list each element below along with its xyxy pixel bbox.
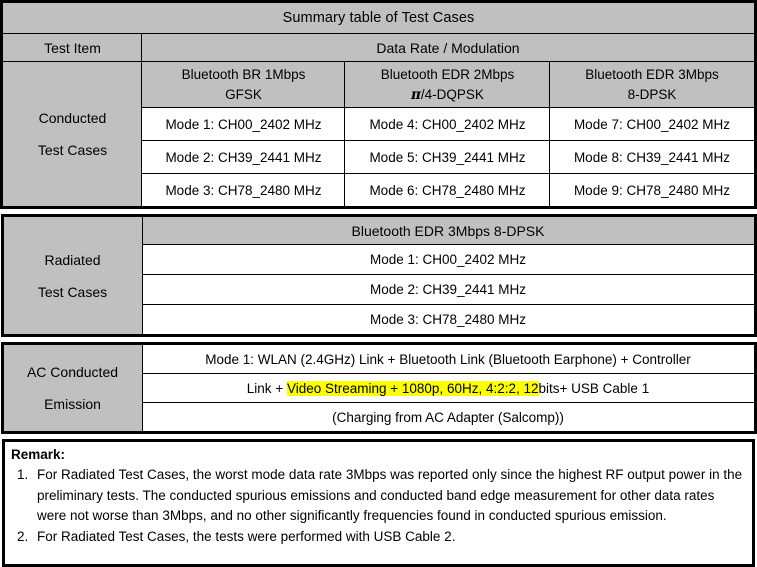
ac-mode-line-3: (Charging from AC Adapter (Salcomp)) — [141, 402, 756, 433]
mode-cell: Mode 9: CH78_2480 MHz — [549, 173, 756, 208]
ac-mode-line-2: Link + Video Streaming + 1080p, 60Hz, 4:… — [141, 373, 756, 403]
radiated-test-cases-table: Radiated Test Cases Bluetooth EDR 3Mbps … — [0, 214, 757, 337]
mode-cell: Mode 1: CH00_2402 MHz — [141, 244, 756, 275]
remark-title: Remark: — [11, 447, 66, 462]
column-header-br-1mbps-line2: GFSK — [225, 86, 262, 102]
remark-item-2-number: 2. — [17, 528, 29, 544]
mode-cell: Mode 6: CH78_2480 MHz — [344, 173, 551, 208]
document-page: Summary table of Test Cases Test Item Da… — [0, 0, 757, 567]
page-title: Summary table of Test Cases — [1, 1, 756, 34]
conducted-row-label-line1: Conducted — [38, 110, 107, 126]
remark-item-1-number: 1. — [17, 467, 29, 482]
mode-cell: Mode 3: CH78_2480 MHz — [141, 173, 346, 208]
table-title-row: Summary table of Test Cases — [1, 1, 756, 34]
column-header-edr-3mbps-line1: Bluetooth EDR 3Mbps — [585, 66, 719, 82]
column-header-row: Conducted Test Cases Bluetooth BR 1Mbps … — [1, 61, 756, 208]
radiated-row-label-line1: Radiated — [44, 251, 101, 268]
mode-cell: Mode 3: CH78_2480 MHz — [141, 304, 756, 336]
mode-cell: Mode 2: CH39_2441 MHz — [141, 140, 346, 174]
radiated-row-label: Radiated Test Cases — [1, 215, 143, 336]
conducted-row-label-line2: Test Cases — [37, 142, 108, 158]
data-rate-modulation-header: Data Rate / Modulation — [141, 33, 756, 62]
radiated-header-row: Radiated Test Cases Bluetooth EDR 3Mbps … — [1, 215, 756, 336]
mode-cell: Mode 7: CH00_2402 MHz — [549, 107, 756, 141]
mode-cell: Mode 5: CH39_2441 MHz — [344, 140, 551, 174]
conducted-row-label: Conducted Test Cases — [1, 61, 143, 208]
ac-mode-line-2-post: bits+ USB Cable 1 — [538, 380, 650, 396]
remark-item-2-text: For Radiated Test Cases, the tests were … — [37, 528, 456, 544]
column-header-br-1mbps-line1: Bluetooth BR 1Mbps — [181, 66, 306, 82]
mode-cell: Mode 8: CH39_2441 MHz — [549, 140, 756, 174]
ac-conducted-row-label-line2: Emission — [44, 396, 101, 412]
ac-conducted-row-label-line1: AC Conducted — [26, 364, 119, 380]
radiated-modulation-header: Bluetooth EDR 3Mbps 8-DPSK — [141, 215, 756, 245]
column-header-edr-2mbps-line2: /4-DQPSK — [420, 86, 484, 102]
ac-mode-line-2-highlight: Video Streaming + 1080p, 60Hz, 4:2:2, 12 — [286, 380, 539, 396]
column-header-br-1mbps: Bluetooth BR 1Mbps GFSK — [141, 61, 346, 108]
column-header-edr-3mbps: Bluetooth EDR 3Mbps 8-DPSK — [549, 61, 756, 108]
ac-conducted-row-label: AC Conducted Emission — [1, 343, 143, 433]
column-header-edr-2mbps: Bluetooth EDR 2Mbps π/4-DQPSK — [344, 61, 551, 108]
remark-item-1: 1. For Radiated Test Cases, the worst mo… — [11, 465, 746, 527]
remark-section: Remark: 1. For Radiated Test Cases, the … — [2, 439, 755, 567]
column-header-edr-3mbps-line2: 8-DPSK — [627, 86, 677, 102]
pi-symbol: π — [411, 86, 421, 103]
conducted-test-cases-table: Summary table of Test Cases Test Item Da… — [0, 0, 757, 209]
ac-mode-line-2-pre: Link + — [246, 380, 287, 396]
mode-cell: Mode 2: CH39_2441 MHz — [141, 274, 756, 305]
mode-cell: Mode 1: CH00_2402 MHz — [141, 107, 346, 141]
remark-item-2: 2. For Radiated Test Cases, the tests we… — [11, 527, 746, 548]
test-item-header: Test Item — [1, 33, 143, 62]
mode-cell: Mode 4: CH00_2402 MHz — [344, 107, 551, 141]
table-subheader-row: Test Item Data Rate / Modulation — [1, 33, 756, 62]
column-header-edr-2mbps-line1: Bluetooth EDR 2Mbps — [380, 66, 515, 82]
ac-row: AC Conducted Emission Mode 1: WLAN (2.4G… — [1, 343, 756, 433]
radiated-row-label-line2: Test Cases — [37, 283, 108, 300]
ac-conducted-emission-table: AC Conducted Emission Mode 1: WLAN (2.4G… — [0, 342, 757, 434]
ac-mode-line-1: Mode 1: WLAN (2.4GHz) Link + Bluetooth L… — [141, 343, 756, 374]
remark-item-1-text: For Radiated Test Cases, the worst mode … — [37, 467, 743, 523]
